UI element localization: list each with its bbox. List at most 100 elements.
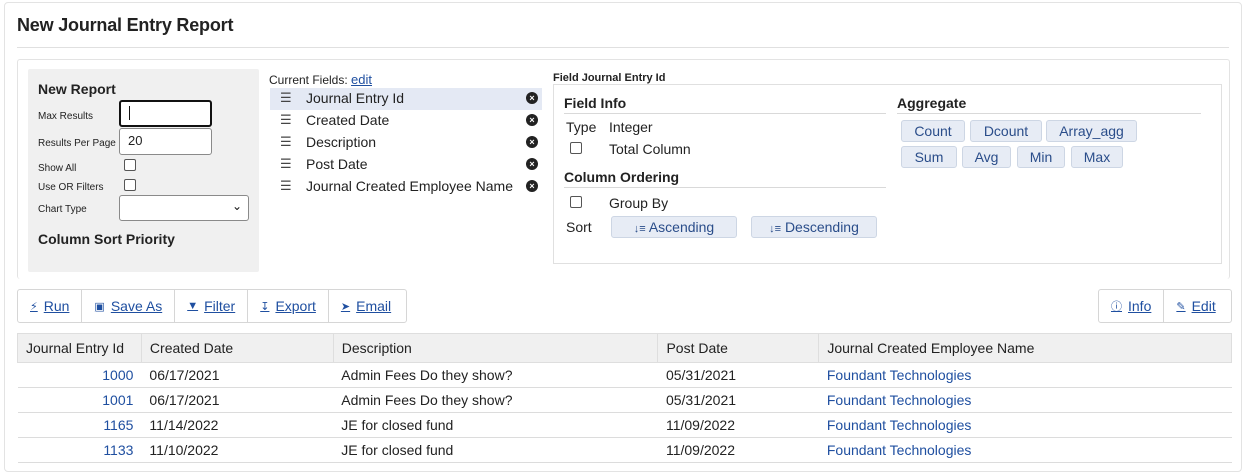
created-date-cell: 06/17/2021 <box>141 362 334 388</box>
edit-label: Edit <box>1191 298 1216 314</box>
journal-entry-id-link[interactable]: 1165 <box>17 412 142 438</box>
drag-handle-icon[interactable]: ☰ <box>280 178 292 194</box>
drag-handle-icon[interactable]: ☰ <box>280 156 292 172</box>
bolt-icon: ⚡︎ <box>30 300 38 313</box>
max-results-input[interactable] <box>119 100 212 127</box>
field-info-divider <box>564 113 886 114</box>
drag-handle-icon[interactable]: ☰ <box>280 134 292 150</box>
group-by-checkbox[interactable] <box>570 196 582 208</box>
field-panel-title: Field Journal Entry Id <box>553 72 666 84</box>
drag-handle-icon[interactable]: ☰ <box>280 90 292 106</box>
edit-button[interactable]: ✎ Edit <box>1164 290 1227 322</box>
send-icon: ➤ <box>340 300 351 313</box>
sort-descending-label: Descending <box>784 219 859 235</box>
remove-field-icon[interactable]: × <box>526 114 538 126</box>
table-row: 1001 06/17/2021 Admin Fees Do they show?… <box>17 387 1232 413</box>
journal-entry-id-link[interactable]: 1000 <box>17 362 142 388</box>
type-value: Integer <box>609 119 653 135</box>
total-column-checkbox[interactable] <box>570 142 582 154</box>
export-button[interactable]: ↧ Export <box>248 290 329 322</box>
aggregate-heading: Aggregate <box>897 95 967 111</box>
journal-entry-id-link[interactable]: 1001 <box>17 387 142 413</box>
post-date-cell: 05/31/2021 <box>657 362 819 388</box>
run-label: Run <box>43 298 70 314</box>
post-date-cell: 11/09/2022 <box>657 412 819 438</box>
field-item[interactable]: ☰ Journal Entry Id × <box>270 88 542 110</box>
employee-name-link[interactable]: Foundant Technologies <box>818 362 1232 388</box>
table-row: 1000 06/17/2021 Admin Fees Do they show?… <box>17 362 1232 388</box>
created-date-cell: 11/14/2022 <box>141 412 334 438</box>
current-fields-heading: Current Fields: edit <box>269 72 372 87</box>
table-row: 1165 11/14/2022 JE for closed fund 11/09… <box>17 412 1232 438</box>
post-date-cell: 05/31/2021 <box>657 387 819 413</box>
page-title: New Journal Entry Report <box>17 15 234 35</box>
chart-type-label: Chart Type <box>38 204 87 215</box>
column-header[interactable]: Description <box>332 333 659 363</box>
remove-field-icon[interactable]: × <box>526 92 538 104</box>
email-label: Email <box>356 298 392 314</box>
column-ordering-divider <box>564 187 886 188</box>
created-date-cell: 06/17/2021 <box>141 387 334 413</box>
sort-label: Sort <box>566 219 592 235</box>
field-item[interactable]: ☰ Journal Created Employee Name × <box>270 176 542 198</box>
results-per-page-label: Results Per Page <box>38 138 116 149</box>
field-item[interactable]: ☰ Post Date × <box>270 154 542 176</box>
sort-ascending-icon: ↓≡ <box>633 223 646 235</box>
report-page: New Journal Entry Report New Report Max … <box>4 2 1242 472</box>
info-button[interactable]: ⓘ Info <box>1099 290 1165 322</box>
table-header-row: Journal Entry Id Created Date Descriptio… <box>17 333 1232 363</box>
show-all-checkbox[interactable] <box>124 159 136 171</box>
aggregate-min-button[interactable]: Min <box>1017 146 1065 168</box>
remove-field-icon[interactable]: × <box>526 136 538 148</box>
field-item[interactable]: ☰ Created Date × <box>270 110 542 132</box>
show-all-label: Show All <box>38 163 77 174</box>
chevron-down-icon: ⌄ <box>231 199 242 213</box>
aggregate-avg-button[interactable]: Avg <box>962 146 1011 168</box>
aggregate-sum-button[interactable]: Sum <box>901 146 957 168</box>
edit-icon: ✎ <box>1176 300 1186 313</box>
column-header[interactable]: Post Date <box>657 333 820 363</box>
save-as-button[interactable]: ▣ Save As <box>82 290 176 322</box>
remove-field-icon[interactable]: × <box>526 158 538 170</box>
field-item-label: Journal Created Employee Name <box>306 178 513 194</box>
field-item[interactable]: ☰ Description × <box>270 132 542 154</box>
employee-name-link[interactable]: Foundant Technologies <box>818 387 1232 413</box>
aggregate-count-button[interactable]: Count <box>901 120 965 142</box>
results-per-page-input[interactable]: 20 <box>119 128 212 155</box>
sort-ascending-button[interactable]: ↓≡ Ascending <box>611 216 737 238</box>
type-label: Type <box>566 119 597 135</box>
sort-descending-button[interactable]: ↓≡ Descending <box>751 216 877 238</box>
column-header[interactable]: Created Date <box>140 333 334 363</box>
column-header[interactable]: Journal Entry Id <box>17 333 142 363</box>
field-panel: Field Info Type Integer Total Column Col… <box>553 84 1222 264</box>
field-info-heading: Field Info <box>564 95 627 111</box>
aggregate-dcount-button[interactable]: Dcount <box>970 120 1042 142</box>
aggregate-max-button[interactable]: Max <box>1071 146 1123 168</box>
edit-fields-link[interactable]: edit <box>351 72 372 87</box>
export-label: Export <box>275 298 316 314</box>
use-or-filters-label: Use OR Filters <box>38 182 104 193</box>
description-cell: JE for closed fund <box>333 412 658 438</box>
results-table: Journal Entry Id Created Date Descriptio… <box>17 333 1232 463</box>
new-report-title: New Report <box>38 81 116 97</box>
aggregate-divider <box>897 113 1201 114</box>
email-button[interactable]: ➤ Email <box>329 290 403 322</box>
group-by-label: Group By <box>609 195 669 211</box>
field-item-label: Journal Entry Id <box>306 90 405 106</box>
filter-button[interactable]: ▼ Filter <box>175 290 249 322</box>
column-sort-priority-heading: Column Sort Priority <box>38 231 175 247</box>
new-report-panel: New Report Max Results Results Per Page … <box>28 69 259 272</box>
report-toolbar-right: ⓘ Info ✎ Edit <box>1098 289 1232 323</box>
chart-type-select[interactable]: ⌄ <box>119 195 249 221</box>
run-button[interactable]: ⚡︎ Run <box>18 290 83 322</box>
sort-descending-icon: ↓≡ <box>769 223 782 235</box>
employee-name-link[interactable]: Foundant Technologies <box>818 412 1232 438</box>
sort-ascending-label: Ascending <box>648 219 715 235</box>
description-cell: Admin Fees Do they show? <box>333 387 658 413</box>
total-column-label: Total Column <box>609 141 691 157</box>
remove-field-icon[interactable]: × <box>526 180 538 192</box>
column-header[interactable]: Journal Created Employee Name <box>818 333 1232 363</box>
use-or-filters-checkbox[interactable] <box>124 179 136 191</box>
aggregate-array-agg-button[interactable]: Array_agg <box>1046 120 1137 142</box>
drag-handle-icon[interactable]: ☰ <box>280 112 292 128</box>
